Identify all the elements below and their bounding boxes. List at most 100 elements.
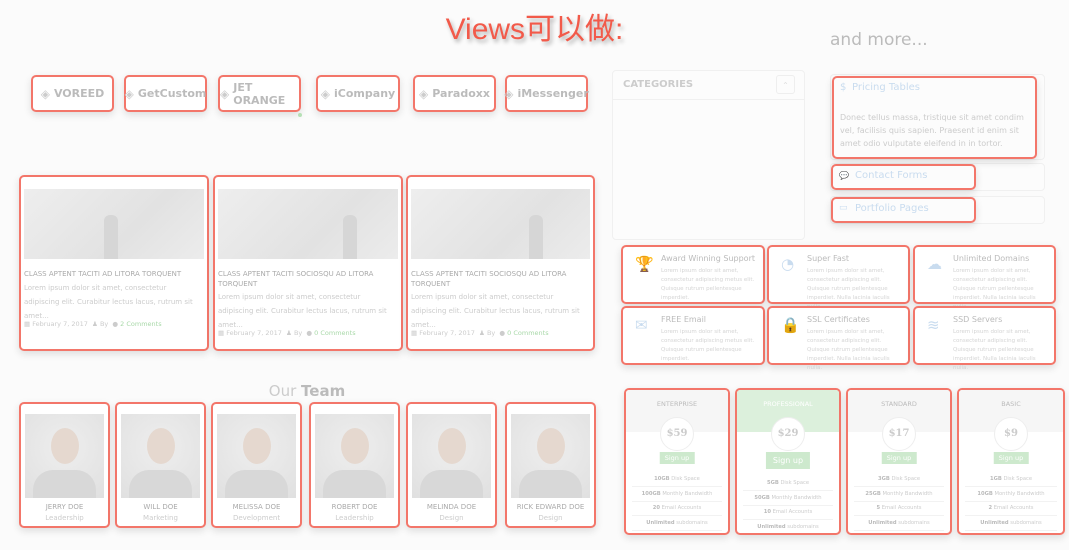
blog-excerpt: Lorem ipsum dolor sit amet, consectetur … — [218, 293, 387, 329]
feature-value: Unlimited — [868, 519, 897, 526]
blog-comments-link[interactable]: 2 Comments — [120, 320, 161, 328]
chat-icon: 💬 — [839, 171, 849, 180]
feature-text: Lorem ipsum dolor sit amet, consectetur … — [661, 268, 755, 301]
team-member-card[interactable]: MELINDA DOE Design — [406, 402, 497, 528]
client-logo[interactable]: ◈ Paradoxx — [413, 75, 496, 112]
plan-feature: 10 Email Accounts — [743, 509, 833, 520]
client-logo[interactable]: ◈ VOREED — [31, 75, 114, 112]
client-logo[interactable]: ◈ GetCustom — [124, 75, 207, 112]
feature-label: Disk Space — [1003, 476, 1033, 482]
feature-text: Lorem ipsum dolor sit amet, consectetur … — [953, 329, 1036, 371]
team-member-card[interactable]: MELISSA DOE Development — [211, 402, 302, 528]
accordion-contact-forms[interactable]: 💬 Contact Forms — [831, 164, 976, 190]
user-icon: ♟ — [286, 329, 294, 337]
plan-price: $17 — [882, 417, 916, 451]
client-logo[interactable]: ◈ JET ORANGE — [218, 75, 301, 112]
accordion-portfolio-pages[interactable]: ▭ Portfolio Pages — [831, 197, 976, 223]
plan-feature: 50GB Monthly Bandwidth — [743, 495, 833, 506]
blog-author: By — [486, 329, 496, 337]
feature-label: Monthly Bandwidth — [662, 490, 713, 497]
carousel-dot[interactable] — [298, 113, 302, 117]
collapse-button[interactable]: ⌃ — [776, 75, 795, 94]
blog-card[interactable]: CLASS APTENT TACITI SOCIOSQU AD LITORA T… — [213, 175, 403, 351]
blog-title[interactable]: CLASS APTENT TACITI SOCIOSQU AD LITORA T… — [411, 269, 587, 289]
feature-icon: ≋ — [927, 316, 940, 334]
blog-image[interactable] — [411, 189, 590, 259]
feature-icon: ☁ — [927, 255, 942, 273]
blog-meta: ▦ February 7, 2017 ♟ By ● 2 Comments — [24, 320, 162, 328]
comments-icon: ● — [112, 320, 121, 328]
feature-value: 10GB — [977, 490, 993, 497]
blog-card[interactable]: CLASS APTENT TACITI SOCIOSQU AD LITORA T… — [406, 175, 595, 351]
member-photo — [412, 414, 491, 498]
pricing-plan: PROFESSIONAL $29 Sign up 5GB Disk Space 50GB… — [735, 388, 841, 535]
signup-button[interactable]: Sign up — [659, 452, 695, 464]
blog-image[interactable] — [24, 189, 204, 259]
feature-label: Monthly Bandwidth — [994, 490, 1045, 497]
plan-feature: 5GB Disk Space — [743, 480, 833, 491]
signup-button[interactable]: Sign up — [881, 452, 917, 464]
feature-card: ◔ Super Fast Lorem ipsum dolor sit amet, c… — [767, 245, 910, 310]
team-member-card[interactable]: RICK EDWARD DOE Design — [505, 402, 596, 528]
feature-label: Monthly Bandwidth — [771, 494, 822, 501]
signup-button[interactable]: Sign up — [993, 452, 1029, 464]
blog-comments-link[interactable]: 0 Comments — [507, 329, 548, 337]
blog-date: February 7, 2017 — [419, 329, 475, 337]
feature-label: Email Accounts — [993, 505, 1034, 511]
feature-value: 10 — [763, 509, 771, 515]
plan-feature: 10GB Disk Space — [632, 476, 722, 487]
blog-excerpt: Lorem ipsum dolor sit amet, consectetur … — [24, 284, 193, 320]
member-photo — [121, 414, 200, 498]
member-role: Leadership — [335, 514, 374, 522]
calendar-icon: ▦ — [218, 329, 227, 337]
client-logo[interactable]: ◈ iCompany — [316, 75, 400, 112]
team-member-card[interactable]: JERRY DOE Leadership — [19, 402, 110, 528]
blog-title[interactable]: CLASS APTENT TACITI SOCIOSQU AD LITORA T… — [218, 269, 395, 289]
accordion-text: Donec tellus massa, tristique sit amet c… — [840, 113, 1024, 148]
user-icon: ♟ — [92, 320, 100, 328]
blog-title[interactable]: CLASS APTENT TACITI AD LITORA TORQUENT — [24, 269, 201, 279]
plan-price: $29 — [771, 417, 805, 451]
blog-comments-link[interactable]: 0 Comments — [314, 329, 355, 337]
member-name: MELISSA DOE — [232, 503, 281, 511]
plan-feature: 2 Email Accounts — [965, 505, 1057, 516]
pricing-plan: STANDARD $17 Sign up 3GB Disk Space 25GB Mon… — [846, 388, 952, 535]
logo-text: VOREED — [53, 87, 105, 100]
member-name: ROBERT DOE — [331, 503, 378, 511]
feature-text: Lorem ipsum dolor sit amet, consectetur … — [661, 329, 755, 362]
blog-card[interactable]: CLASS APTENT TACITI AD LITORA TORQUENT Lo… — [19, 175, 209, 351]
logo-text: Paradoxx — [432, 87, 490, 100]
e-icon: ◈ — [320, 86, 331, 101]
logo-text: iMessenger — [517, 87, 589, 100]
pricing-plan: ENTERPRISE $59 Sign up 10GB Disk Space 100GB… — [624, 388, 730, 535]
feature-value: 2 — [988, 505, 993, 511]
member-photo — [217, 414, 296, 498]
member-photo — [511, 414, 590, 498]
feature-label: Disk Space — [891, 476, 921, 482]
team-member-card[interactable]: WILL DOE Marketing — [115, 402, 206, 528]
feature-value: 3GB — [877, 476, 890, 482]
team-member-card[interactable]: ROBERT DOE Leadership — [309, 402, 400, 528]
accordion-pricing-tables[interactable]: $ Pricing Tables Donec tellus massa, tri… — [832, 76, 1037, 159]
feature-text: Lorem ipsum dolor sit amet, consectetur … — [807, 329, 890, 371]
jet-icon: ◈ — [220, 86, 230, 101]
blog-meta: ▦ February 7, 2017 ♟ By ● 0 Comments — [411, 329, 549, 337]
logo-text: JET ORANGE — [233, 80, 286, 107]
feature-value: 10GB — [654, 476, 670, 482]
feature-value: 20 — [652, 505, 660, 511]
categories-header: CATEGORIES — [623, 79, 694, 90]
client-logo[interactable]: ◈ iMessenger — [504, 75, 589, 112]
signup-button[interactable]: Sign up — [765, 452, 811, 469]
member-role: Marketing — [143, 514, 178, 522]
feature-card: 🔒 SSL Certificates Lorem ipsum dolor sit a… — [767, 306, 910, 371]
member-name: WILL DOE — [143, 503, 178, 511]
plan-feature: Unlimited subdomains — [632, 520, 722, 531]
feature-icon: 🏆 — [635, 255, 654, 273]
feature-label: subdomains — [676, 519, 708, 526]
feature-card: ☁ Unlimited Domains Lorem ipsum dolor sit … — [913, 245, 1056, 310]
laptop-icon: ▭ — [839, 203, 848, 213]
blog-image[interactable] — [218, 189, 398, 259]
accordion-label: Portfolio Pages — [855, 203, 929, 214]
feature-label: subdomains — [1010, 519, 1042, 526]
dollar-icon: $ — [840, 82, 847, 93]
